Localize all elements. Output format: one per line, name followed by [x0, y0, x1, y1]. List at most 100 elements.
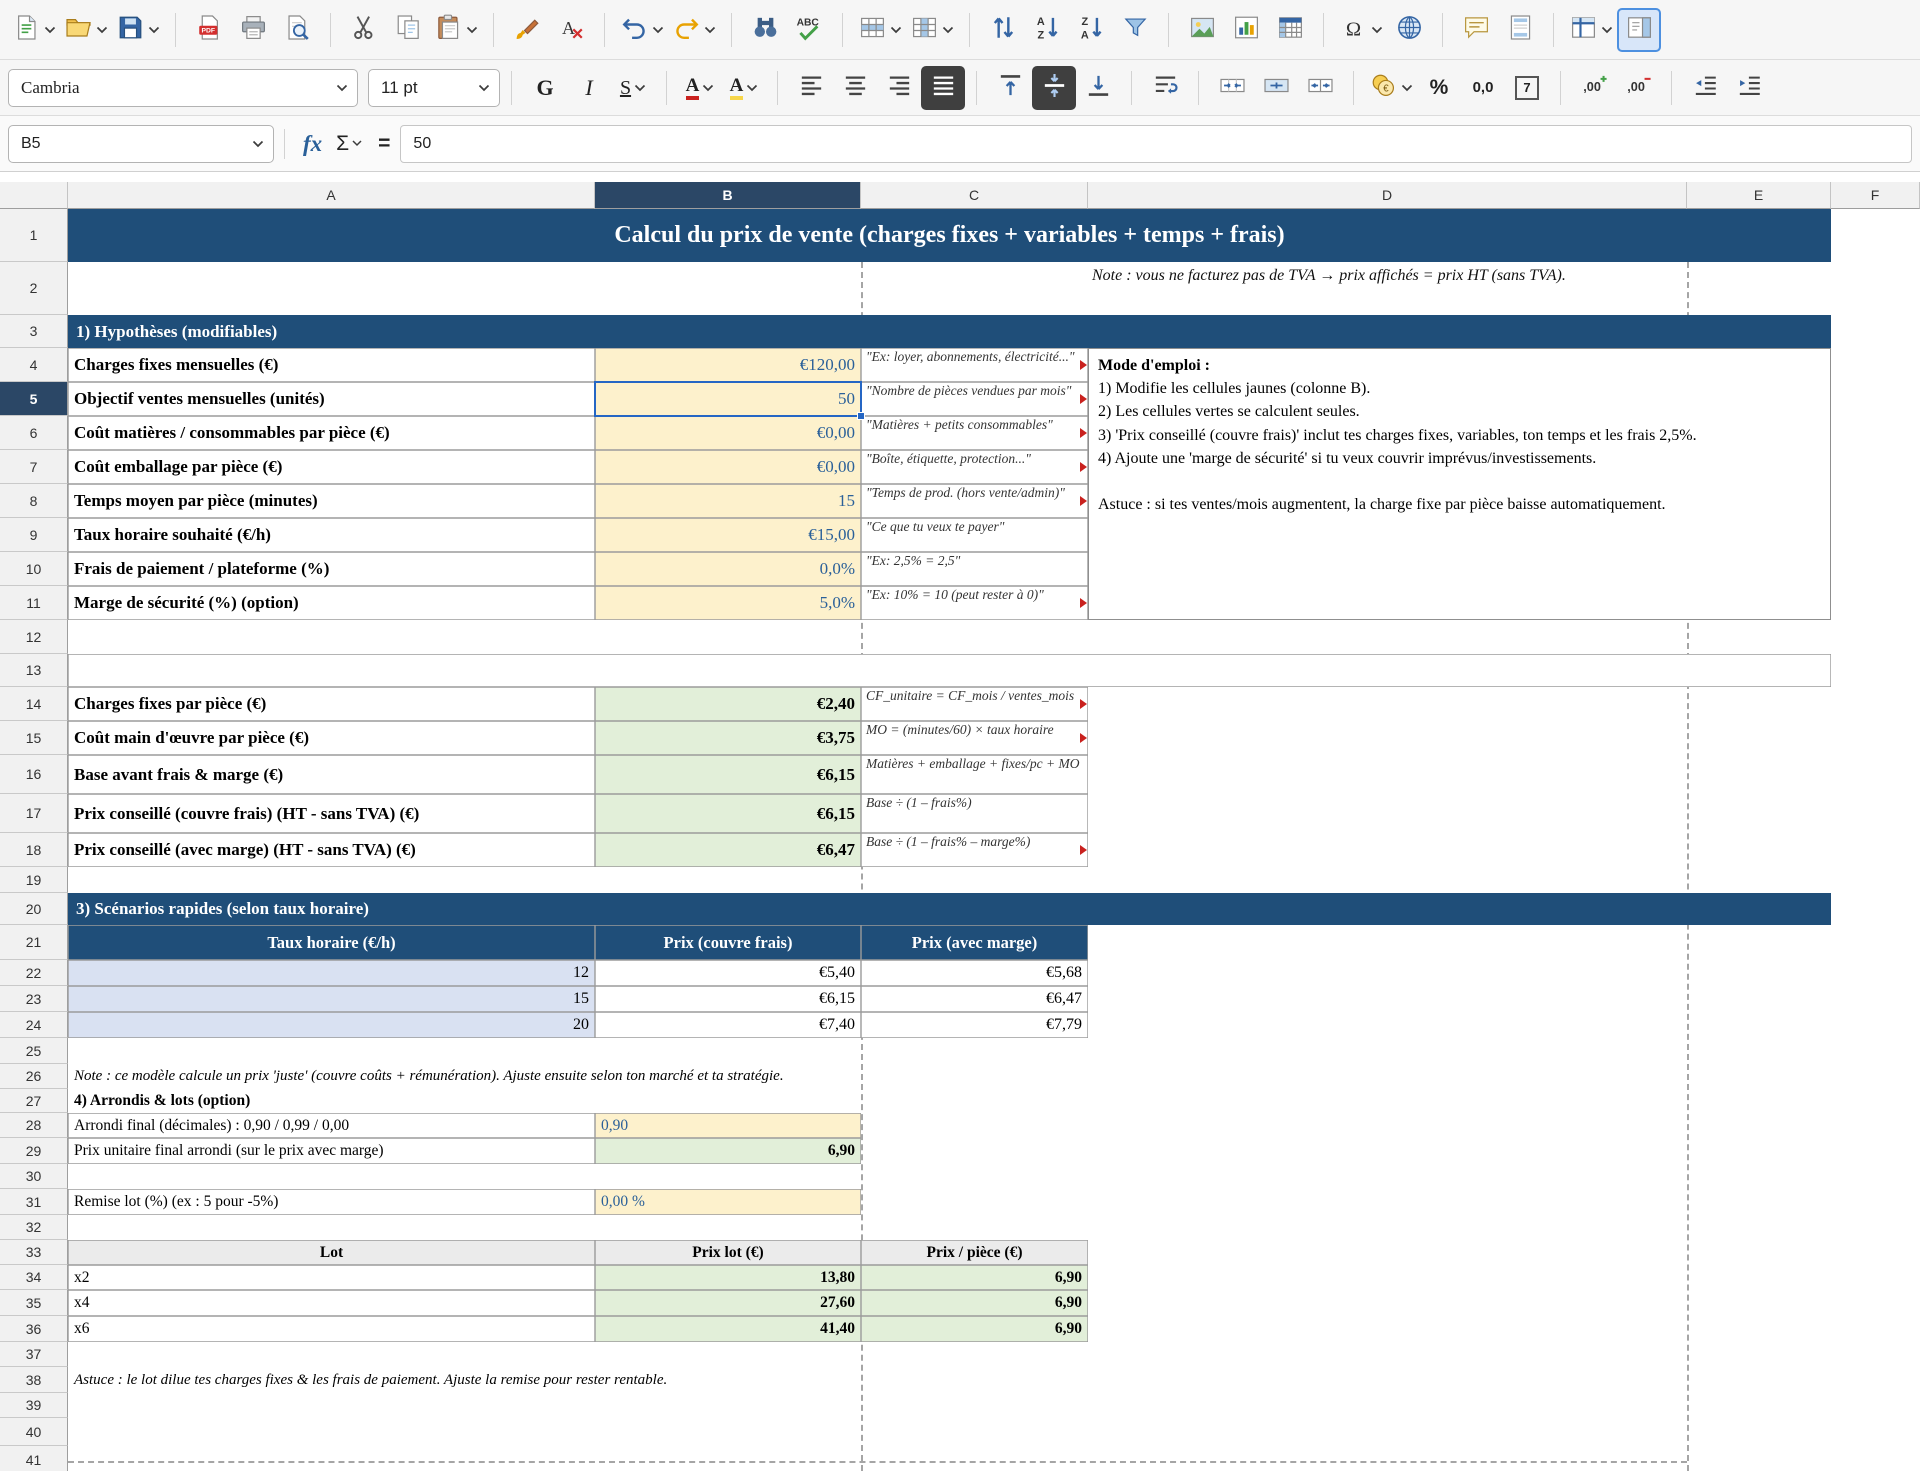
autofilter-button[interactable]	[1113, 8, 1157, 52]
row-header-8[interactable]: 8	[0, 484, 68, 518]
unmerge-cells-button[interactable]	[1298, 66, 1342, 110]
insert-chart-button[interactable]	[1224, 8, 1268, 52]
cell-A31[interactable]: Remise lot (%) (ex : 5 pour -5%)	[68, 1189, 595, 1215]
merge-cells-button[interactable]	[1254, 66, 1298, 110]
sort-ascending-button[interactable]: AZ	[1025, 8, 1069, 52]
row-header-37[interactable]: 37	[0, 1342, 68, 1367]
format-date-button[interactable]: 7	[1505, 66, 1549, 110]
cell-C10[interactable]: "Ex: 2,5% = 2,5"	[861, 552, 1088, 586]
spelling-button[interactable]: ABC	[787, 8, 831, 52]
row-header-4[interactable]: 4	[0, 348, 68, 382]
cell-B11[interactable]: 5,0%	[595, 586, 861, 620]
pivot-table-button[interactable]	[1268, 8, 1312, 52]
undo-button[interactable]	[616, 8, 668, 52]
cell-A7[interactable]: Coût emballage par pièce (€)	[68, 450, 595, 484]
cell-A18[interactable]: Prix conseillé (avec marge) (HT - sans T…	[68, 833, 595, 867]
italic-button[interactable]: I	[567, 66, 611, 110]
row-header-22[interactable]: 22	[0, 960, 68, 986]
column-header-C[interactable]: C	[861, 182, 1088, 209]
cell-B5[interactable]: 50	[595, 382, 861, 416]
freeze-panes-button[interactable]	[1565, 8, 1617, 52]
paste-dropdown-arrow[interactable]	[466, 26, 478, 34]
row-header-19[interactable]: 19	[0, 867, 68, 893]
cell-B8[interactable]: 15	[595, 484, 861, 518]
cell-C11[interactable]: "Ex: 10% = 10 (peut rester à 0)"	[861, 586, 1088, 620]
comment-button[interactable]	[1454, 8, 1498, 52]
name-box[interactable]: B5	[8, 125, 274, 163]
cell-B16[interactable]: €6,15	[595, 755, 861, 794]
cell-A16[interactable]: Base avant frais & marge (€)	[68, 755, 595, 794]
row-header-7[interactable]: 7	[0, 450, 68, 484]
select-all-corner[interactable]	[0, 182, 68, 209]
align-justify-button[interactable]	[921, 66, 965, 110]
format-currency-dropdown-arrow[interactable]	[1401, 84, 1413, 92]
row-header-9[interactable]: 9	[0, 518, 68, 552]
insert-image-button[interactable]	[1180, 8, 1224, 52]
row-header-3[interactable]: 3	[0, 315, 68, 348]
row-header-16[interactable]: 16	[0, 755, 68, 794]
sort-descending-button[interactable]: ZA	[1069, 8, 1113, 52]
row-header-21[interactable]: 21	[0, 925, 68, 960]
row-header-23[interactable]: 23	[0, 986, 68, 1012]
cell-C15[interactable]: MO = (minutes/60) × taux horaire	[861, 721, 1088, 755]
cell-C35[interactable]: 6,90	[861, 1290, 1088, 1316]
row-header-17[interactable]: 17	[0, 794, 68, 833]
highlight-color-button[interactable]: A	[722, 66, 766, 110]
cell-A36[interactable]: x6	[68, 1316, 595, 1342]
row-header-12[interactable]: 12	[0, 620, 68, 654]
align-right-button[interactable]	[877, 66, 921, 110]
open-file-button[interactable]	[60, 8, 112, 52]
add-decimal-button[interactable]: ,00	[1572, 66, 1616, 110]
valign-center-button[interactable]	[1032, 66, 1076, 110]
cell-A28[interactable]: Arrondi final (décimales) : 0,90 / 0,99 …	[68, 1113, 595, 1138]
tva-note[interactable]: Note : vous ne facturez pas de TVA → pri…	[1092, 266, 1644, 287]
wrap-text-button[interactable]	[1143, 66, 1187, 110]
row-header-6[interactable]: 6	[0, 416, 68, 450]
headers-footers-button[interactable]	[1498, 8, 1542, 52]
print-preview-button[interactable]	[275, 8, 319, 52]
save-button[interactable]	[112, 8, 164, 52]
row-header-30[interactable]: 30	[0, 1164, 68, 1189]
cell-B31[interactable]: 0,00 %	[595, 1189, 861, 1215]
cell-B15[interactable]: €3,75	[595, 721, 861, 755]
row-header-29[interactable]: 29	[0, 1138, 68, 1164]
cell-A21[interactable]: Taux horaire (€/h)	[68, 925, 595, 960]
cell-C21[interactable]: Prix (avec marge)	[861, 925, 1088, 960]
special-character-dropdown-arrow[interactable]	[1371, 26, 1383, 34]
cell-A13[interactable]	[68, 654, 1831, 687]
cell-C16[interactable]: Matières + emballage + fixes/pc + MO	[861, 755, 1088, 794]
formula-button[interactable]: =	[378, 132, 390, 156]
row-header-26[interactable]: 26	[0, 1064, 68, 1089]
clear-formatting-button[interactable]: A	[549, 8, 593, 52]
cell-B22[interactable]: €5,40	[595, 960, 861, 986]
row-header-33[interactable]: 33	[0, 1240, 68, 1265]
cell-A4[interactable]: Charges fixes mensuelles (€)	[68, 348, 595, 382]
column-header-F[interactable]: F	[1831, 182, 1920, 209]
cell-C18[interactable]: Base ÷ (1 – frais% – marge%)	[861, 833, 1088, 867]
underline-dropdown-arrow[interactable]	[634, 84, 646, 92]
cell-C8[interactable]: "Temps de prod. (hors vente/admin)"	[861, 484, 1088, 518]
chevron-down-icon[interactable]	[243, 140, 273, 148]
print-button[interactable]	[231, 8, 275, 52]
row-header-40[interactable]: 40	[0, 1418, 68, 1446]
format-percent-button[interactable]: %	[1417, 66, 1461, 110]
chevron-down-icon[interactable]	[469, 84, 499, 92]
cell-B6[interactable]: €0,00	[595, 416, 861, 450]
cell-C17[interactable]: Base ÷ (1 – frais%)	[861, 794, 1088, 833]
cell-A24[interactable]: 20	[68, 1012, 595, 1038]
cell-A3[interactable]: 1) Hypothèses (modifiables)	[68, 315, 1831, 348]
cell-B23[interactable]: €6,15	[595, 986, 861, 1012]
insert-column-button[interactable]	[906, 8, 958, 52]
row-header-31[interactable]: 31	[0, 1189, 68, 1215]
row-header-15[interactable]: 15	[0, 721, 68, 755]
new-document-dropdown-arrow[interactable]	[44, 26, 56, 34]
cut-button[interactable]	[342, 8, 386, 52]
cell-B36[interactable]: 41,40	[595, 1316, 861, 1342]
column-header-B[interactable]: B	[595, 182, 861, 209]
mode-demploi-box[interactable]: Mode d'emploi :1) Modifie les cellules j…	[1088, 348, 1831, 620]
undo-dropdown-arrow[interactable]	[652, 26, 664, 34]
cell-C36[interactable]: 6,90	[861, 1316, 1088, 1342]
font-color-button[interactable]: A	[678, 66, 722, 110]
row-header-5[interactable]: 5	[0, 382, 68, 416]
align-center-button[interactable]	[833, 66, 877, 110]
